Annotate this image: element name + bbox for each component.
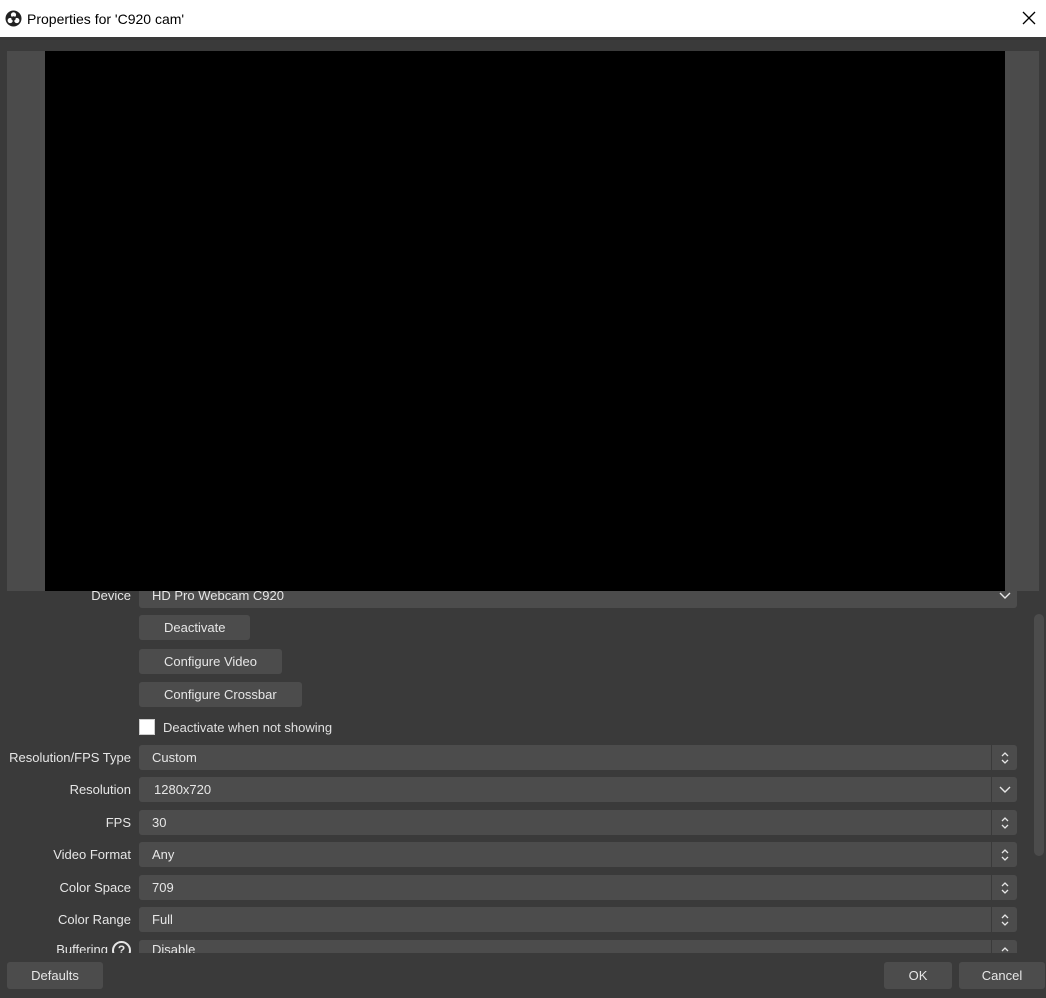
buffering-select[interactable]: Disable	[139, 940, 1017, 953]
properties-panel: Device HD Pro Webcam C920 Deactivate Con…	[7, 591, 1039, 953]
buffering-label: Buffering	[56, 942, 108, 953]
color-space-value: 709	[152, 880, 174, 895]
buffering-row: Buffering? Disable	[7, 940, 1017, 953]
color-range-label: Color Range	[58, 912, 131, 927]
help-icon[interactable]: ?	[112, 941, 131, 953]
color-range-value: Full	[152, 912, 173, 927]
resolution-select[interactable]: 1280x720	[139, 777, 1017, 802]
ok-button[interactable]: OK	[884, 962, 952, 989]
obs-logo-icon	[5, 10, 22, 27]
resolution-fps-type-value: Custom	[152, 750, 197, 765]
color-space-row: Color Space 709	[7, 875, 1017, 900]
resolution-row: Resolution 1280x720	[7, 777, 1017, 802]
fps-label: FPS	[105, 815, 131, 830]
deactivate-button[interactable]: Deactivate	[139, 615, 251, 640]
up-down-arrows-icon[interactable]	[991, 810, 1017, 835]
chevron-down-icon[interactable]	[992, 591, 1017, 608]
device-select[interactable]: HD Pro Webcam C920	[139, 591, 1017, 608]
color-range-select[interactable]: Full	[139, 907, 1017, 932]
video-format-select[interactable]: Any	[139, 842, 1017, 867]
color-range-row: Color Range Full	[7, 907, 1017, 932]
title-bar: Properties for 'C920 cam'	[0, 0, 1046, 37]
defaults-button[interactable]: Defaults	[7, 962, 103, 989]
window-title: Properties for 'C920 cam'	[27, 10, 185, 27]
fps-select[interactable]: 30	[139, 810, 1017, 835]
up-down-arrows-icon[interactable]	[991, 940, 1017, 953]
configure-crossbar-button[interactable]: Configure Crossbar	[139, 682, 302, 707]
up-down-arrows-icon[interactable]	[991, 907, 1017, 932]
deactivate-when-not-showing-label: Deactivate when not showing	[163, 719, 333, 735]
resolution-fps-type-select[interactable]: Custom	[139, 745, 1017, 770]
deactivate-when-not-showing-row[interactable]: Deactivate when not showing	[139, 717, 332, 737]
video-format-label: Video Format	[53, 847, 131, 862]
up-down-arrows-icon[interactable]	[991, 875, 1017, 900]
fps-row: FPS 30	[7, 810, 1017, 835]
device-row: Device HD Pro Webcam C920	[7, 591, 1017, 608]
resolution-fps-type-label: Resolution/FPS Type	[9, 750, 131, 765]
buffering-value: Disable	[152, 942, 196, 953]
fps-value: 30	[152, 815, 167, 830]
resolution-value: 1280x720	[154, 782, 212, 797]
color-space-label: Color Space	[59, 880, 131, 895]
device-label: Device	[91, 591, 131, 603]
buffering-label-wrap: Buffering?	[56, 937, 131, 953]
video-preview	[45, 51, 1005, 591]
chevron-down-icon[interactable]	[991, 777, 1017, 802]
video-format-value: Any	[152, 847, 175, 862]
configure-video-button[interactable]: Configure Video	[139, 649, 282, 674]
up-down-arrows-icon[interactable]	[991, 842, 1017, 867]
resolution-fps-type-row: Resolution/FPS Type Custom	[7, 745, 1017, 770]
up-down-arrows-icon[interactable]	[991, 745, 1017, 770]
device-value: HD Pro Webcam C920	[152, 591, 284, 603]
properties-scrollbar[interactable]	[1034, 614, 1044, 856]
deactivate-when-not-showing-checkbox[interactable]	[139, 719, 155, 735]
color-space-select[interactable]: 709	[139, 875, 1017, 900]
video-format-row: Video Format Any	[7, 842, 1017, 867]
cancel-button[interactable]: Cancel	[959, 962, 1045, 989]
close-icon[interactable]	[1014, 4, 1044, 32]
preview-area	[7, 51, 1039, 591]
resolution-label: Resolution	[69, 782, 131, 797]
